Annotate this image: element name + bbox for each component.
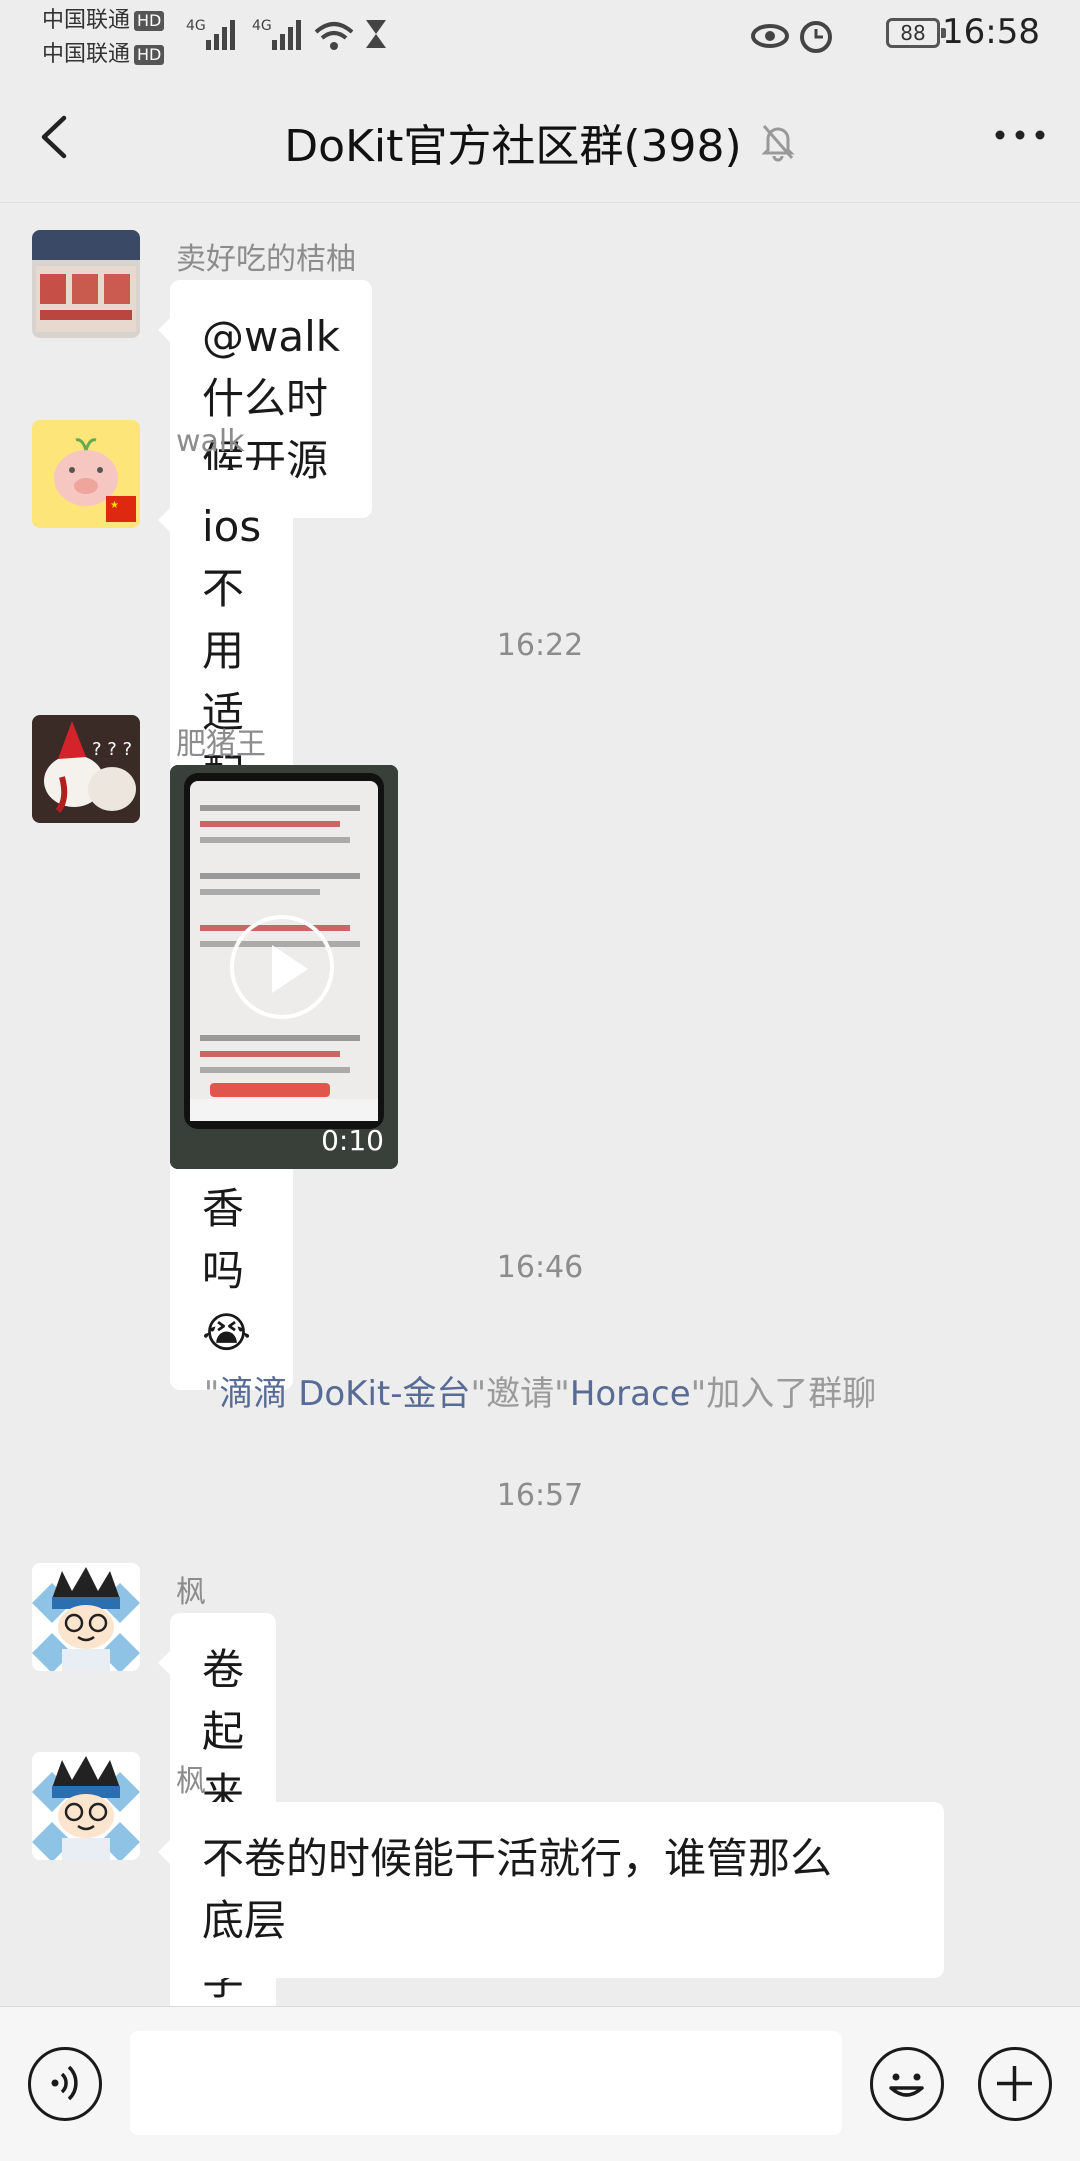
emoji-button[interactable] <box>870 2047 944 2121</box>
network-label-1: 4G <box>186 18 206 34</box>
plus-icon <box>997 2066 1032 2101</box>
video-duration: 0:10 <box>321 1124 384 1157</box>
sender-name: 肥猪王 <box>176 727 266 762</box>
voice-icon <box>51 2065 78 2101</box>
avatar[interactable] <box>32 1752 140 1860</box>
message-bubble[interactable]: 不卷的时候能干活就行，谁管那么 底层 <box>158 1802 944 1978</box>
more-menu-icon[interactable] <box>990 110 1050 160</box>
message-input[interactable] <box>130 2031 842 2135</box>
voice-toggle-button[interactable] <box>28 2047 102 2121</box>
more-functions-button[interactable] <box>978 2047 1052 2121</box>
carrier-1: 中国联通 HD <box>42 8 165 34</box>
play-icon[interactable] <box>230 915 334 1019</box>
input-bar <box>0 2006 1080 2161</box>
timestamp: 16:57 <box>496 1478 584 1513</box>
chat-title: DoKit官方社区群(398) <box>284 121 742 172</box>
timestamp: 16:22 <box>496 628 584 663</box>
system-message: "滴滴 DoKit-金台"邀请"Horace"加入了群聊 <box>203 1374 877 1414</box>
signal-icons: 4G 4G <box>186 18 386 50</box>
sender-name: 枫 <box>176 1764 206 1799</box>
network-label-2: 4G <box>252 18 272 34</box>
message-line: 不卷的时候能干活就行，谁管那么 <box>202 1834 833 1883</box>
carrier-2: 中国联通 HD <box>42 42 165 68</box>
chat-header: DoKit官方社区群(398) <box>0 70 1080 203</box>
sender-name: 枫 <box>176 1575 206 1610</box>
message-line: 底层 <box>202 1896 287 1945</box>
battery-icon: 88 <box>886 18 946 48</box>
timestamp: 16:46 <box>496 1250 584 1285</box>
avatar[interactable] <box>32 230 140 338</box>
svg-text:? ? ?: ? ? ? <box>92 739 132 760</box>
avatar[interactable]: ? ? ? <box>32 715 140 823</box>
smiley-icon <box>889 2073 924 2097</box>
invitee-name[interactable]: Horace <box>570 1374 691 1414</box>
status-bar: 中国联通 HD 中国联通 HD 4G 4G 88 16:58 <box>0 0 1080 70</box>
sender-name: walk <box>176 424 245 459</box>
avatar[interactable]: ★ <box>32 420 140 528</box>
svg-text:★: ★ <box>110 500 119 511</box>
sender-name: 卖好吃的桔柚 <box>176 242 356 277</box>
mute-bell-icon <box>761 125 795 162</box>
clock: 16:58 <box>942 12 1040 52</box>
video-message[interactable]: 0:10 <box>170 765 398 1169</box>
eye-alarm-icons <box>751 21 832 53</box>
inviter-name[interactable]: 滴滴 DoKit-金台 <box>219 1374 470 1414</box>
avatar[interactable] <box>32 1563 140 1671</box>
